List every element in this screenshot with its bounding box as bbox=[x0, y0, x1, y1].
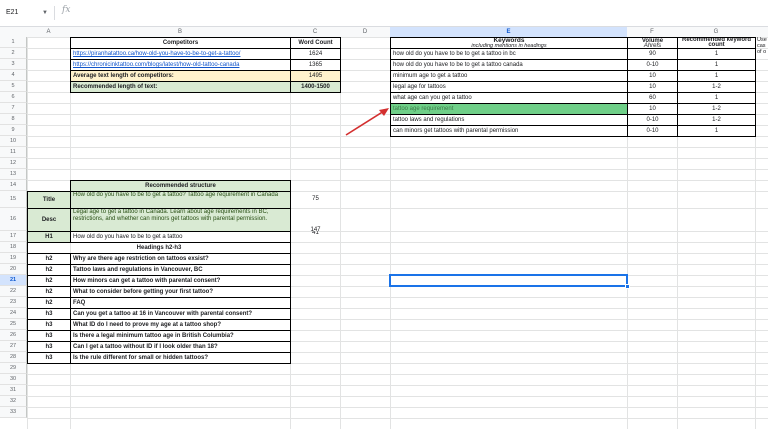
gridline bbox=[27, 418, 768, 419]
desc-label: Desc bbox=[27, 208, 71, 232]
fill-handle[interactable] bbox=[625, 284, 630, 289]
row-header-15[interactable]: 15 bbox=[0, 191, 27, 208]
desc-char-count: 147 bbox=[310, 227, 321, 232]
keyword-count-cell: 1 bbox=[677, 125, 756, 137]
gridline bbox=[27, 158, 768, 159]
row-header-19[interactable]: 19 bbox=[0, 253, 27, 264]
row-header-32[interactable]: 32 bbox=[0, 396, 27, 407]
heading-level: h3 bbox=[27, 352, 71, 364]
row-header-8[interactable]: 8 bbox=[0, 114, 27, 125]
row-header-10[interactable]: 10 bbox=[0, 136, 27, 147]
row-header-27[interactable]: 27 bbox=[0, 341, 27, 352]
gridline bbox=[27, 385, 768, 386]
row-header-14[interactable]: 14 bbox=[0, 180, 27, 191]
row-header-7[interactable]: 7 bbox=[0, 103, 27, 114]
selected-cell[interactable] bbox=[389, 274, 628, 287]
row-header-23[interactable]: 23 bbox=[0, 297, 27, 308]
row-header-5[interactable]: 5 bbox=[0, 81, 27, 92]
gridline bbox=[27, 147, 768, 148]
title-label: Title bbox=[27, 191, 71, 209]
row-header-6[interactable]: 6 bbox=[0, 92, 27, 103]
divider bbox=[54, 6, 55, 20]
row-header-25[interactable]: 25 bbox=[0, 319, 27, 330]
row-header-31[interactable]: 31 bbox=[0, 385, 27, 396]
row-header-20[interactable]: 20 bbox=[0, 264, 27, 275]
gridline bbox=[27, 374, 768, 375]
row-header-26[interactable]: 26 bbox=[0, 330, 27, 341]
row-header-2[interactable]: 2 bbox=[0, 48, 27, 59]
chevron-down-icon[interactable]: ▼ bbox=[42, 4, 48, 22]
row-header-11[interactable]: 11 bbox=[0, 147, 27, 158]
row-header-29[interactable]: 29 bbox=[0, 363, 27, 374]
row-header-4[interactable]: 4 bbox=[0, 70, 27, 81]
volume-cell: 0-10 bbox=[627, 125, 678, 137]
row-header-30[interactable]: 30 bbox=[0, 374, 27, 385]
name-box[interactable]: E21 ▼ bbox=[4, 4, 52, 22]
row-header-16[interactable]: 16 bbox=[0, 208, 27, 231]
row-header-17[interactable]: 17 bbox=[0, 231, 27, 242]
title-text: How old do you have to be to get a tatto… bbox=[70, 191, 291, 209]
keyword-cell: can minors get tattoos with parental per… bbox=[390, 125, 628, 137]
row-header-18[interactable]: 18 bbox=[0, 242, 27, 253]
row-header-28[interactable]: 28 bbox=[0, 352, 27, 363]
gridline bbox=[27, 169, 768, 170]
row-header-33[interactable]: 33 bbox=[0, 407, 27, 418]
row-header-12[interactable]: 12 bbox=[0, 158, 27, 169]
gridline bbox=[27, 407, 768, 408]
fx-icon: fx bbox=[62, 5, 71, 15]
rec-length-label: Recommended length of text: bbox=[70, 81, 291, 93]
row-header-21[interactable]: 21 bbox=[0, 275, 27, 286]
row-header-9[interactable]: 9 bbox=[0, 125, 27, 136]
row-header-22[interactable]: 22 bbox=[0, 286, 27, 297]
gridline bbox=[27, 396, 768, 397]
h1-char-count: 41 bbox=[312, 231, 319, 236]
row-header-1[interactable]: 1 bbox=[0, 37, 27, 48]
formula-bar: E21 ▼ fx bbox=[0, 0, 768, 27]
red-arrow-annotation bbox=[345, 108, 389, 136]
rec-length-value: 1400-1500 bbox=[290, 81, 341, 93]
row-header-24[interactable]: 24 bbox=[0, 308, 27, 319]
row-header-3[interactable]: 3 bbox=[0, 59, 27, 70]
overflow-note: Use cas of o bbox=[757, 37, 767, 55]
title-char-count: 75 bbox=[312, 196, 319, 202]
desc-text: Legal age to get a tattoo in Canada. Lea… bbox=[70, 208, 291, 232]
row-header-13[interactable]: 13 bbox=[0, 169, 27, 180]
heading-text: Is the rule different for small or hidde… bbox=[70, 352, 291, 364]
name-box-ref: E21 bbox=[6, 9, 19, 16]
